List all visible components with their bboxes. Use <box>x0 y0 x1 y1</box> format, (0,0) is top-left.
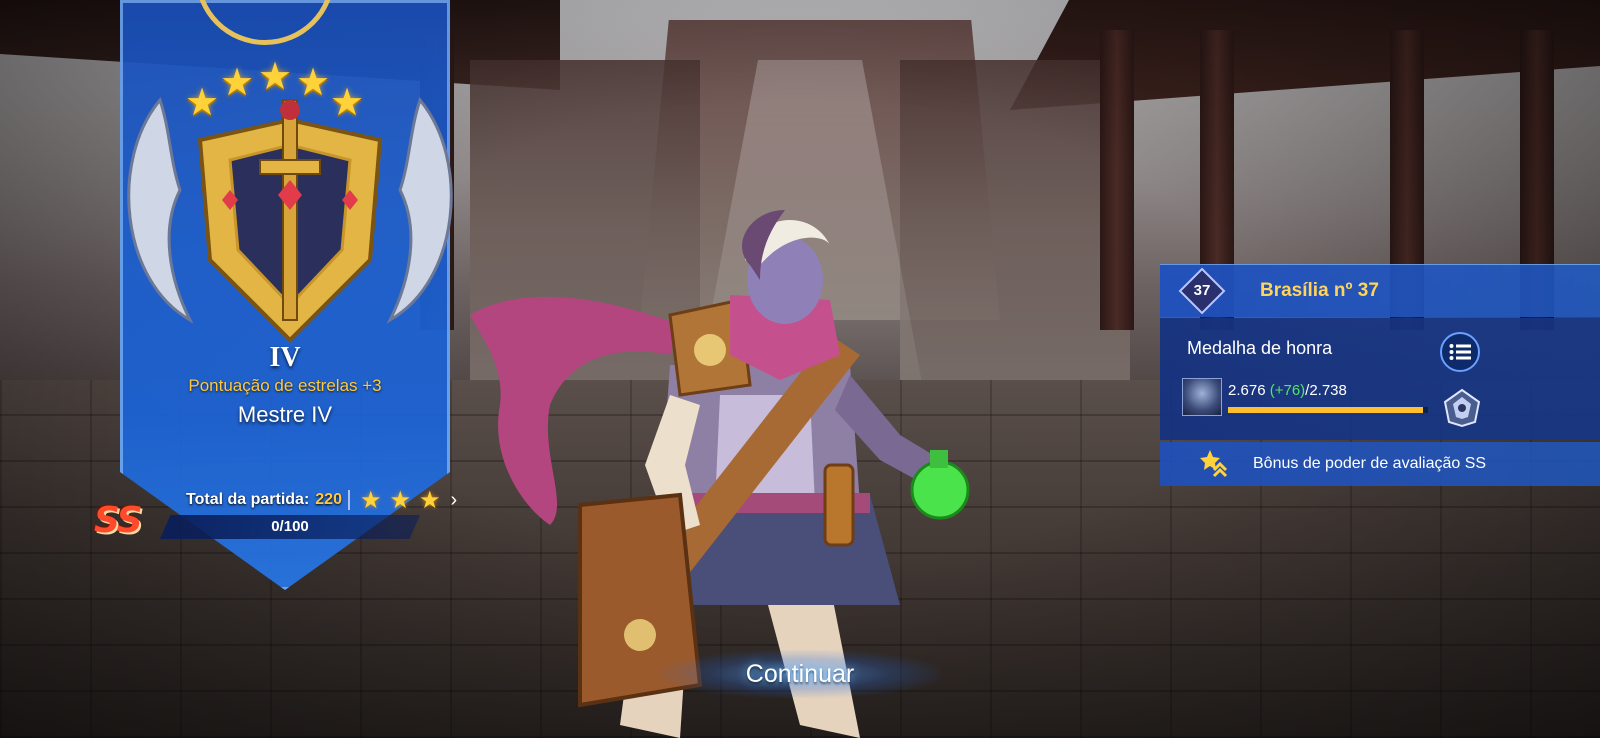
hero-shoulder-ornament <box>694 334 726 366</box>
medal-list-button[interactable] <box>1440 332 1480 372</box>
rating-bonus-icon <box>1200 450 1228 478</box>
rank-star-points: Pontuação de estrelas +3 <box>188 376 382 395</box>
star-icon: ★ <box>359 486 382 514</box>
chevron-right-icon[interactable]: › <box>451 489 458 512</box>
continue-button[interactable]: Continuar <box>660 650 940 698</box>
ss-bonus-row: Bônus de poder de avaliação SS <box>1160 442 1600 486</box>
rank-emblem-icon[interactable] <box>1442 388 1482 428</box>
medal-progress-fill <box>1228 407 1424 413</box>
ss-progress-text: 0/100 <box>271 518 309 535</box>
match-result-screen: ★ ★ ★ ★ ★ IV Pontuação de estrelas +3 Me… <box>0 0 1600 738</box>
ss-grade-badge: SS <box>94 500 143 541</box>
hero-bag-ornament <box>624 619 656 651</box>
match-total-row[interactable]: Total da partida: 220 ★ ★ ★ › <box>186 485 492 515</box>
continue-button-label: Continuar <box>745 659 855 688</box>
hero-avatar <box>1182 378 1222 416</box>
medal-progress-bar <box>1228 407 1428 413</box>
medal-score-delta: (+76) <box>1269 382 1306 399</box>
hero-scroll <box>823 463 855 547</box>
star-icon: ★ <box>389 486 411 514</box>
match-total-label: Total da partida: <box>186 491 310 508</box>
ss-progress-bar: 0/100 <box>160 515 420 539</box>
rank-tier: IV <box>269 342 301 373</box>
list-icon <box>1449 344 1471 360</box>
honor-medal-panel: Medalha de honra 2.676 (+76)/2.738 <box>1160 318 1600 440</box>
medal-title: Medalha de honra <box>1187 338 1333 358</box>
region-title: Brasília nº 37 <box>1260 280 1379 301</box>
rank-emblem-icon <box>127 96 453 343</box>
hero-potion <box>910 460 970 520</box>
level-number: 37 <box>1193 282 1211 299</box>
medal-score-max: /2.738 <box>1305 382 1347 399</box>
medal-score: 2.676 <box>1228 382 1266 399</box>
hero-potion-neck <box>930 450 948 468</box>
medal-score-line: 2.676 (+76)/2.738 <box>1228 382 1347 399</box>
region-header: 37 Brasília nº 37 <box>1160 264 1600 317</box>
ss-bonus-text: Bônus de poder de avaliação SS <box>1253 455 1487 472</box>
match-total-value: 220 <box>315 491 342 508</box>
hero-scarf-trail <box>470 296 680 525</box>
rank-name: Mestre IV <box>237 402 333 427</box>
divider <box>347 490 350 510</box>
star-icon: ★ <box>419 486 441 514</box>
